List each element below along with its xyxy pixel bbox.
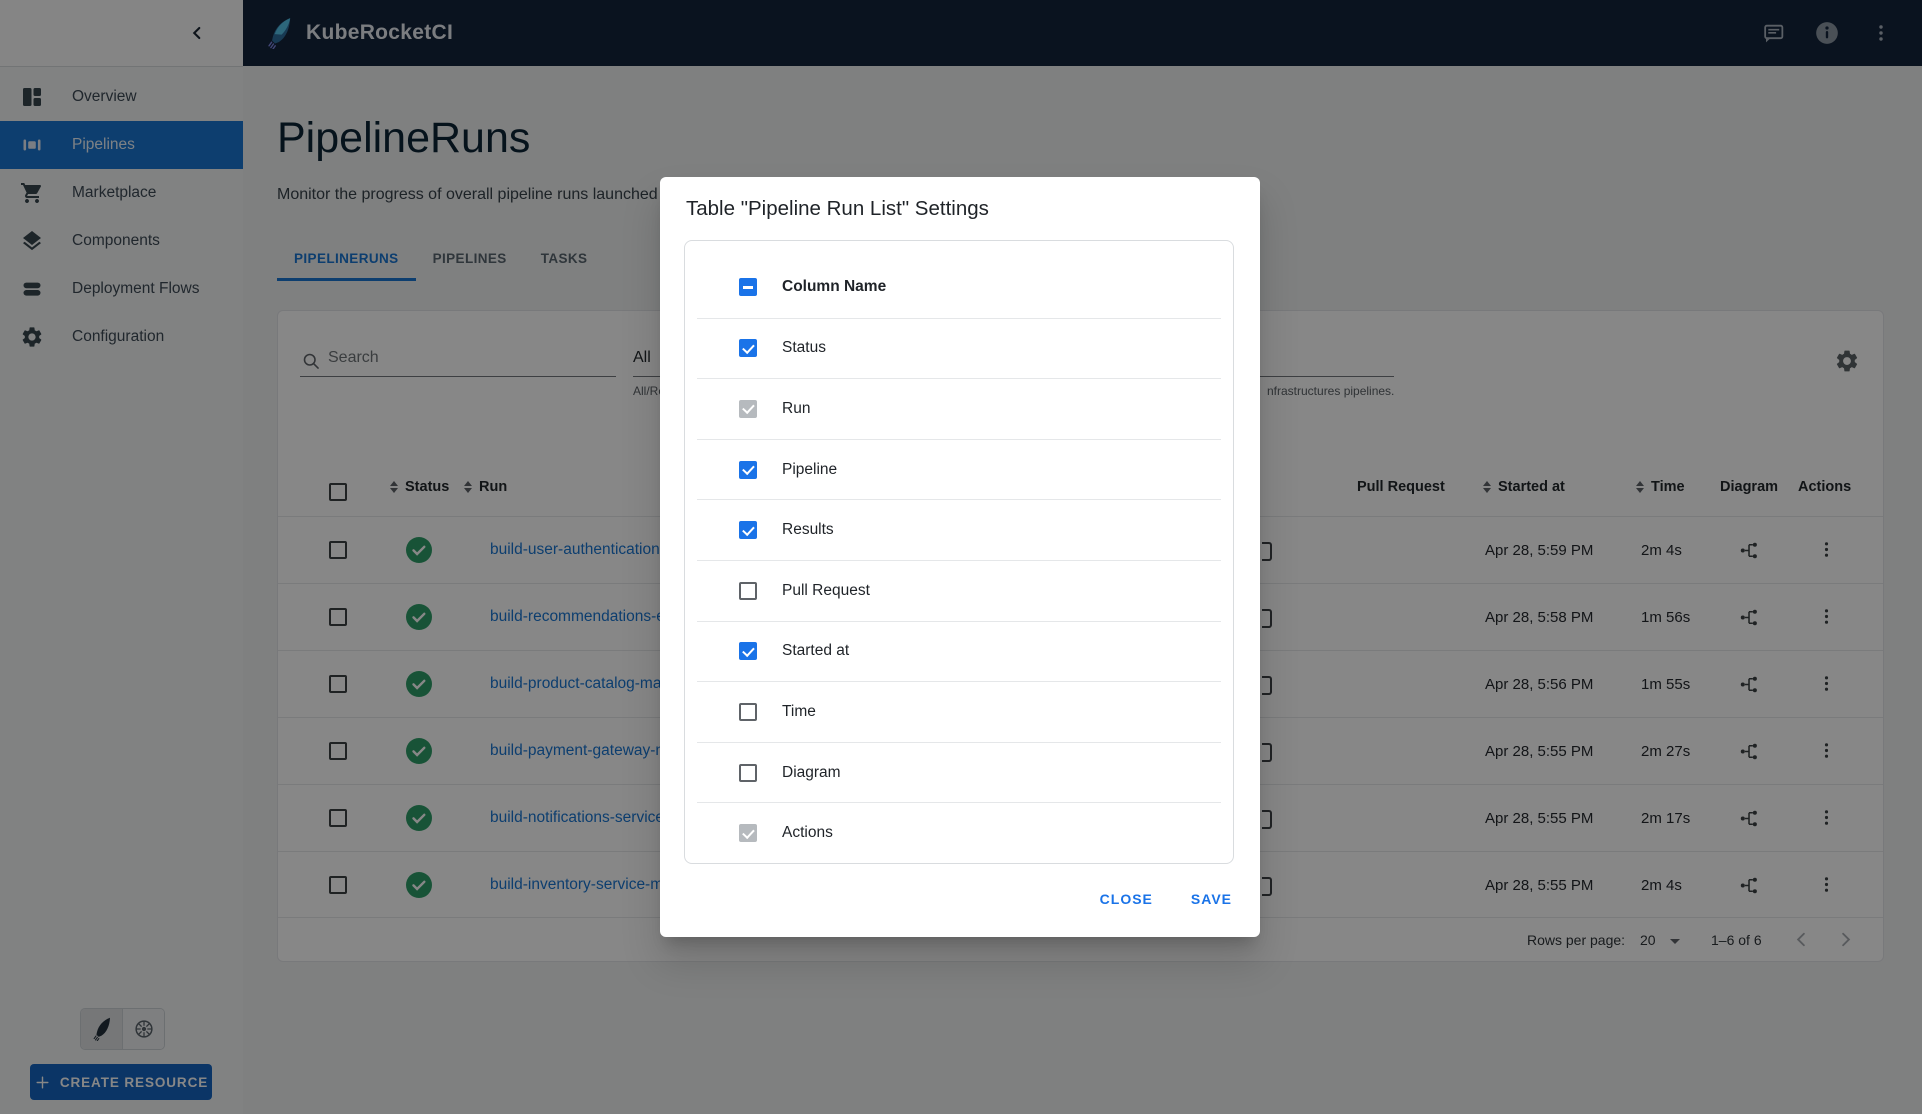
column-setting-row: Status bbox=[697, 318, 1221, 379]
select-all-columns-checkbox[interactable] bbox=[739, 278, 757, 296]
column-setting-row: Run bbox=[697, 378, 1221, 439]
app-root: KubeRocketCI bbox=[0, 0, 1922, 1114]
time-checkbox[interactable] bbox=[739, 703, 757, 721]
column-setting-row: Pull Request bbox=[697, 560, 1221, 621]
run-checkbox bbox=[739, 400, 757, 418]
close-button[interactable]: CLOSE bbox=[1100, 891, 1153, 907]
column-setting-row: Actions bbox=[697, 802, 1221, 863]
column-setting-row: Pipeline bbox=[697, 439, 1221, 500]
actions-checkbox bbox=[739, 824, 757, 842]
started-at-checkbox[interactable] bbox=[739, 642, 757, 660]
save-button[interactable]: SAVE bbox=[1191, 891, 1232, 907]
column-settings-list: Column Name Status Run Pipeline Results … bbox=[684, 240, 1234, 864]
modal-actions: CLOSE SAVE bbox=[1100, 891, 1232, 907]
column-setting-row: Started at bbox=[697, 621, 1221, 682]
column-setting-row: Time bbox=[697, 681, 1221, 742]
column-settings-header: Column Name bbox=[697, 257, 1221, 318]
pull-request-checkbox[interactable] bbox=[739, 582, 757, 600]
pipeline-checkbox[interactable] bbox=[739, 461, 757, 479]
column-setting-row: Diagram bbox=[697, 742, 1221, 803]
table-settings-modal: Table "Pipeline Run List" Settings Colum… bbox=[660, 177, 1260, 937]
column-name-header-label: Column Name bbox=[782, 278, 886, 296]
column-setting-row: Results bbox=[697, 499, 1221, 560]
modal-title: Table "Pipeline Run List" Settings bbox=[686, 197, 989, 221]
diagram-checkbox[interactable] bbox=[739, 764, 757, 782]
status-checkbox[interactable] bbox=[739, 339, 757, 357]
results-checkbox[interactable] bbox=[739, 521, 757, 539]
